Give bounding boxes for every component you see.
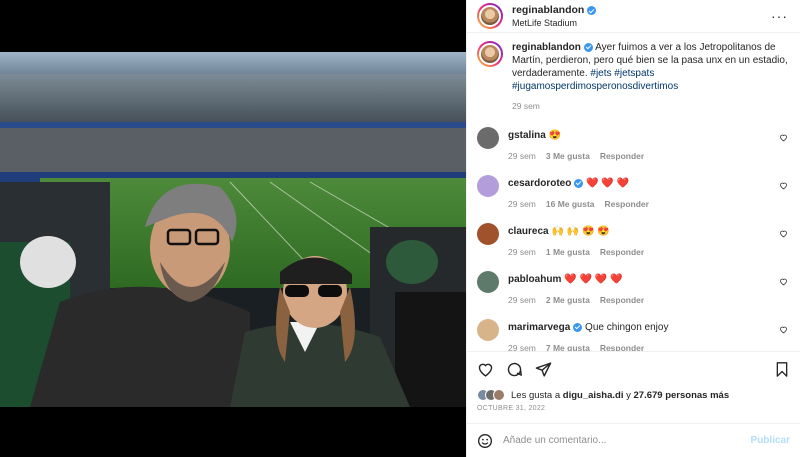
- author-username[interactable]: reginablandon: [512, 4, 584, 17]
- like-heart-icon[interactable]: [477, 361, 494, 378]
- reply-button[interactable]: Responder: [600, 343, 644, 351]
- likes-summary: Les gusta a digu_aisha.di y 27.679 perso…: [467, 387, 800, 403]
- caption-username[interactable]: reginablandon: [512, 42, 581, 53]
- commenter-username[interactable]: gstalina: [508, 130, 546, 141]
- comments-scroll[interactable]: reginablandon Ayer fuimos a ver a los Je…: [467, 33, 800, 351]
- comment-time: 29 sem: [508, 199, 536, 209]
- comment-item: pabloahum ❤️ ❤️ ❤️ ❤️ 29 sem 2 Me gusta Res…: [477, 271, 788, 305]
- emoji-icon[interactable]: [477, 433, 493, 449]
- comment-text: ❤️ ❤️ ❤️: [586, 178, 630, 189]
- commenter-avatar[interactable]: [477, 127, 499, 149]
- reply-button[interactable]: Responder: [600, 295, 644, 305]
- commenter-username[interactable]: pabloahum: [508, 274, 561, 285]
- comment-composer: Publicar: [467, 423, 800, 457]
- likes-conj: y: [626, 389, 631, 401]
- comment-likes[interactable]: 7 Me gusta: [546, 343, 590, 351]
- post-comment-button[interactable]: Publicar: [751, 435, 790, 446]
- comment-text: 🙌 🙌 😍 😍: [551, 226, 610, 237]
- comment-bubble-icon[interactable]: [506, 361, 523, 378]
- share-send-icon[interactable]: [535, 361, 552, 378]
- comment-time: 29 sem: [508, 343, 536, 351]
- verified-icon: [573, 322, 583, 332]
- details-panel: reginablandon MetLife Stadium ··· regina…: [466, 0, 800, 457]
- first-liker-link[interactable]: digu_aisha.di: [563, 390, 624, 401]
- commenter-avatar[interactable]: [477, 175, 499, 197]
- comment-text: 😍: [548, 130, 562, 141]
- hashtag-link[interactable]: #jugamosperdimosperonosdivertimos: [512, 81, 678, 92]
- comment-heart-icon[interactable]: [779, 181, 788, 190]
- comment-time: 29 sem: [508, 295, 536, 305]
- commenter-avatar[interactable]: [477, 223, 499, 245]
- comment-heart-icon[interactable]: [779, 229, 788, 238]
- reply-button[interactable]: Responder: [600, 247, 644, 257]
- post-viewer: reginablandon MetLife Stadium ··· regina…: [0, 0, 800, 457]
- verified-icon: [583, 42, 593, 52]
- comment-input[interactable]: [503, 435, 741, 446]
- commenter-avatar[interactable]: [477, 319, 499, 341]
- reply-button[interactable]: Responder: [605, 199, 649, 209]
- caption-body: reginablandon Ayer fuimos a ver a los Je…: [512, 41, 788, 113]
- author-avatar[interactable]: [477, 3, 503, 29]
- comment-item: gstalina 😍 29 sem 3 Me gusta Responder: [477, 127, 788, 161]
- hashtag-link[interactable]: #jetspats: [614, 68, 654, 79]
- comment-likes[interactable]: 16 Me gusta: [546, 199, 595, 209]
- caption-time: 29 sem: [512, 101, 540, 111]
- stadium-photo: [0, 52, 466, 407]
- comment-time: 29 sem: [508, 151, 536, 161]
- commenter-username[interactable]: claureca: [508, 226, 549, 237]
- comment-likes[interactable]: 1 Me gusta: [546, 247, 590, 257]
- header-username-row: reginablandon: [512, 4, 597, 17]
- caption-avatar[interactable]: [477, 41, 503, 67]
- verified-icon: [574, 178, 584, 188]
- comment-item: marimarvega Que chingon enjoy 29 sem 7 Me…: [477, 319, 788, 351]
- action-bar: [467, 351, 800, 387]
- commenter-username[interactable]: marimarvega: [508, 322, 570, 333]
- bookmark-icon[interactable]: [774, 361, 790, 378]
- media-panel: [0, 0, 466, 457]
- commenter-avatar[interactable]: [477, 271, 499, 293]
- hashtag-link[interactable]: #jets: [590, 68, 611, 79]
- more-options-icon[interactable]: ···: [771, 8, 788, 24]
- comment-heart-icon[interactable]: [779, 277, 788, 286]
- likes-prefix: Les gusta a: [511, 389, 561, 401]
- reply-button[interactable]: Responder: [600, 151, 644, 161]
- comment-likes[interactable]: 2 Me gusta: [546, 295, 590, 305]
- likers-avatars: [477, 389, 505, 401]
- location-link[interactable]: MetLife Stadium: [512, 17, 771, 30]
- verified-icon: [587, 6, 597, 15]
- likes-count-link[interactable]: 27.679 personas más: [634, 390, 730, 401]
- caption: reginablandon Ayer fuimos a ver a los Je…: [477, 41, 788, 113]
- comment-likes[interactable]: 3 Me gusta: [546, 151, 590, 161]
- comment-heart-icon[interactable]: [779, 325, 788, 334]
- comment-item: cesardoroteo ❤️ ❤️ ❤️ 29 sem 16 Me gusta R…: [477, 175, 788, 209]
- comment-text: Que chingon enjoy: [585, 322, 669, 333]
- post-photo[interactable]: [0, 52, 466, 407]
- post-header: reginablandon MetLife Stadium ···: [467, 0, 800, 33]
- commenter-username[interactable]: cesardoroteo: [508, 178, 571, 189]
- post-date: OCTUBRE 31, 2022: [477, 405, 546, 412]
- comment-time: 29 sem: [508, 247, 536, 257]
- comment-heart-icon[interactable]: [779, 133, 788, 142]
- comment-item: claureca 🙌 🙌 😍 😍 29 sem 1 Me gusta Responde…: [477, 223, 788, 257]
- comment-text: ❤️ ❤️ ❤️ ❤️: [564, 274, 623, 285]
